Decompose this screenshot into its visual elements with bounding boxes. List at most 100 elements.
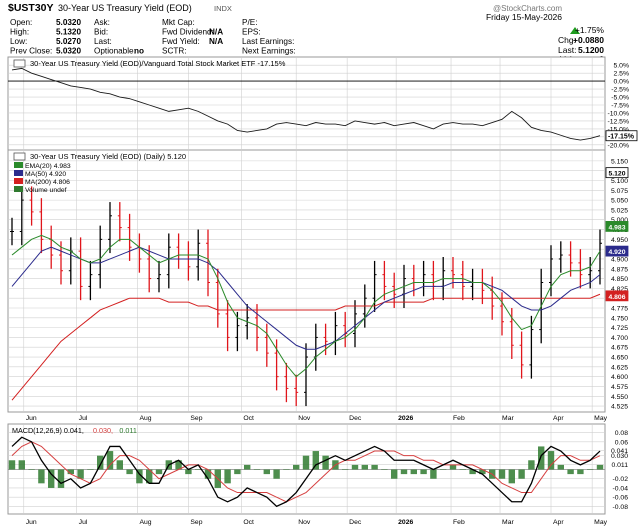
macd-histogram-bar	[342, 469, 349, 470]
price-value-label: 4.920	[608, 249, 625, 256]
macd-histogram-bar	[361, 464, 368, 470]
earnings: P/E:EPS:Last Earnings:Next Earnings:	[242, 18, 296, 56]
macd-x-label: Apr	[553, 519, 564, 526]
price-tick-label: 5.025	[611, 207, 628, 214]
quote-label: Low:	[10, 37, 27, 46]
price-value-label: 4.806	[608, 294, 625, 301]
macd-histogram-bar	[253, 469, 261, 470]
legend-label: Volume undef	[25, 187, 67, 194]
macd-histogram-bar	[577, 469, 584, 475]
price-tick-label: 4.875	[611, 266, 628, 273]
price-x-label: Mar	[502, 415, 514, 422]
chart-canvas: $UST30Y 30-Year US Treasury Yield (EOD) …	[7, 2, 638, 526]
macd-histogram-bar	[97, 455, 104, 470]
macd-histogram-bar	[538, 446, 545, 470]
quote-value: 5.0320	[56, 18, 81, 27]
fundamentals: Mkt Cap:Fwd Dividend:N/A Fwd Yield: N/A SCT…	[162, 18, 223, 56]
price-x-label: May	[594, 415, 607, 422]
price-x-label: Jul	[79, 415, 88, 422]
legend-swatch	[14, 178, 23, 184]
price-x-label: Apr	[553, 415, 564, 422]
macd-histogram-bar	[371, 464, 378, 470]
relative-tick-label: 0.0%	[614, 79, 630, 86]
price-x-label: Nov	[298, 415, 311, 422]
relative-tick-label: -2.5%	[611, 87, 629, 94]
instrument-name: 30-Year US Treasury Yield (EOD)	[58, 3, 192, 13]
price-tick-label: 4.950	[611, 237, 628, 244]
macd-histogram-bar	[312, 451, 319, 470]
macd-histogram-bar	[420, 469, 427, 475]
macd-histogram-bar	[273, 469, 280, 479]
macd-histogram-bar	[283, 469, 290, 470]
quote-label: High:	[10, 28, 29, 37]
macd-histogram-bar	[204, 469, 212, 479]
price-tick-label: 4.650	[611, 355, 628, 362]
price-tick-label: 4.850	[611, 276, 628, 283]
stockchart: $UST30Y 30-Year US Treasury Yield (EOD) …	[0, 0, 640, 528]
macd-tick-label: 0.011	[611, 462, 628, 469]
legend-swatch	[14, 170, 23, 176]
macd-histogram-bar	[38, 469, 45, 484]
price-tick-label: 4.700	[611, 335, 628, 342]
quote-label: Prev Close:	[10, 47, 52, 56]
quote-label: Fwd Dividend:	[162, 28, 214, 37]
macd-histogram-bar	[528, 460, 535, 470]
macd-title-part: 0.011	[119, 426, 136, 435]
macd-histogram-bar	[234, 469, 241, 475]
quote-value: 5.0320	[56, 47, 81, 56]
quote-label: Optionable:	[94, 47, 136, 56]
quote-label: Last Earnings:	[242, 37, 294, 46]
price-tick-label: 4.550	[611, 394, 628, 401]
macd-x-label: Feb	[453, 519, 465, 526]
macd-x-label: Nov	[298, 519, 311, 526]
price-panel-title: 30-Year US Treasury Yield (EOD) (Daily) …	[13, 152, 186, 161]
quote-open-high-low: Open: 5.0320 High: 5.1320 Low: 5.0270 Prev Clo…	[10, 18, 81, 56]
macd-title-part: 0.030,	[93, 426, 113, 435]
symbol: $UST30Y	[8, 2, 54, 14]
macd-histogram-bar	[322, 455, 329, 470]
quote-label: Next Earnings:	[242, 47, 296, 56]
relative-tick-label: -12.5%	[607, 118, 629, 125]
macd-histogram-bar	[459, 469, 466, 470]
relative-tick-label: -7.5%	[611, 103, 629, 110]
quote-value: 5.1320	[56, 28, 81, 37]
relative-tick-label: -10.0%	[607, 110, 629, 117]
quote-label: Mkt Cap:	[162, 18, 195, 27]
macd-histogram-bar	[28, 469, 35, 470]
legend-swatch	[14, 162, 23, 168]
price-tick-label: 4.775	[611, 306, 628, 313]
macd-histogram-bar	[48, 469, 55, 488]
macd-histogram-bar	[293, 464, 300, 470]
macd-histogram-bar	[302, 455, 310, 470]
price-tick-label: 5.100	[611, 178, 628, 185]
macd-x-label: Sep	[190, 519, 202, 526]
relative-panel-title: 30-Year US Treasury Yield (EOD)/Vanguard…	[13, 59, 286, 68]
macd-histogram-bar	[116, 460, 123, 470]
price-tick-label: 4.900	[611, 256, 628, 263]
macd-title-part: MACD(12,26,9) 0.041,	[12, 426, 84, 435]
macd-histogram-bar	[263, 469, 270, 475]
macd-histogram-bar	[18, 460, 25, 470]
macd-histogram-bar	[106, 451, 114, 470]
price-tick-label: 4.525	[611, 404, 628, 411]
quote-label: Open:	[10, 18, 32, 27]
quote-value: N/A	[209, 37, 223, 46]
price-x-label: Oct	[243, 415, 254, 422]
macd-histogram-bar	[381, 469, 388, 470]
macd-tick-label: -0.04	[613, 485, 629, 492]
macd-tick-label: 0.06	[615, 439, 628, 446]
macd-histogram-bar	[596, 464, 604, 470]
macd-x-label: May	[594, 519, 607, 526]
price-value-label: 4.983	[608, 224, 625, 231]
macd-x-label: Jun	[26, 519, 37, 526]
quote-label: EPS:	[242, 28, 261, 37]
macd-histogram-bar	[430, 469, 437, 479]
macd-tick-label: -0.02	[613, 476, 629, 483]
quote-label: Ask:	[94, 18, 110, 27]
price-tick-label: 4.575	[611, 384, 628, 391]
price-value-label: 5.120	[608, 171, 625, 178]
price-x-label: Dec	[349, 415, 362, 422]
macd-histogram-bar	[87, 469, 94, 470]
relative-tick-label: 5.0%	[614, 63, 630, 70]
price-x-label: Sep	[190, 415, 202, 422]
